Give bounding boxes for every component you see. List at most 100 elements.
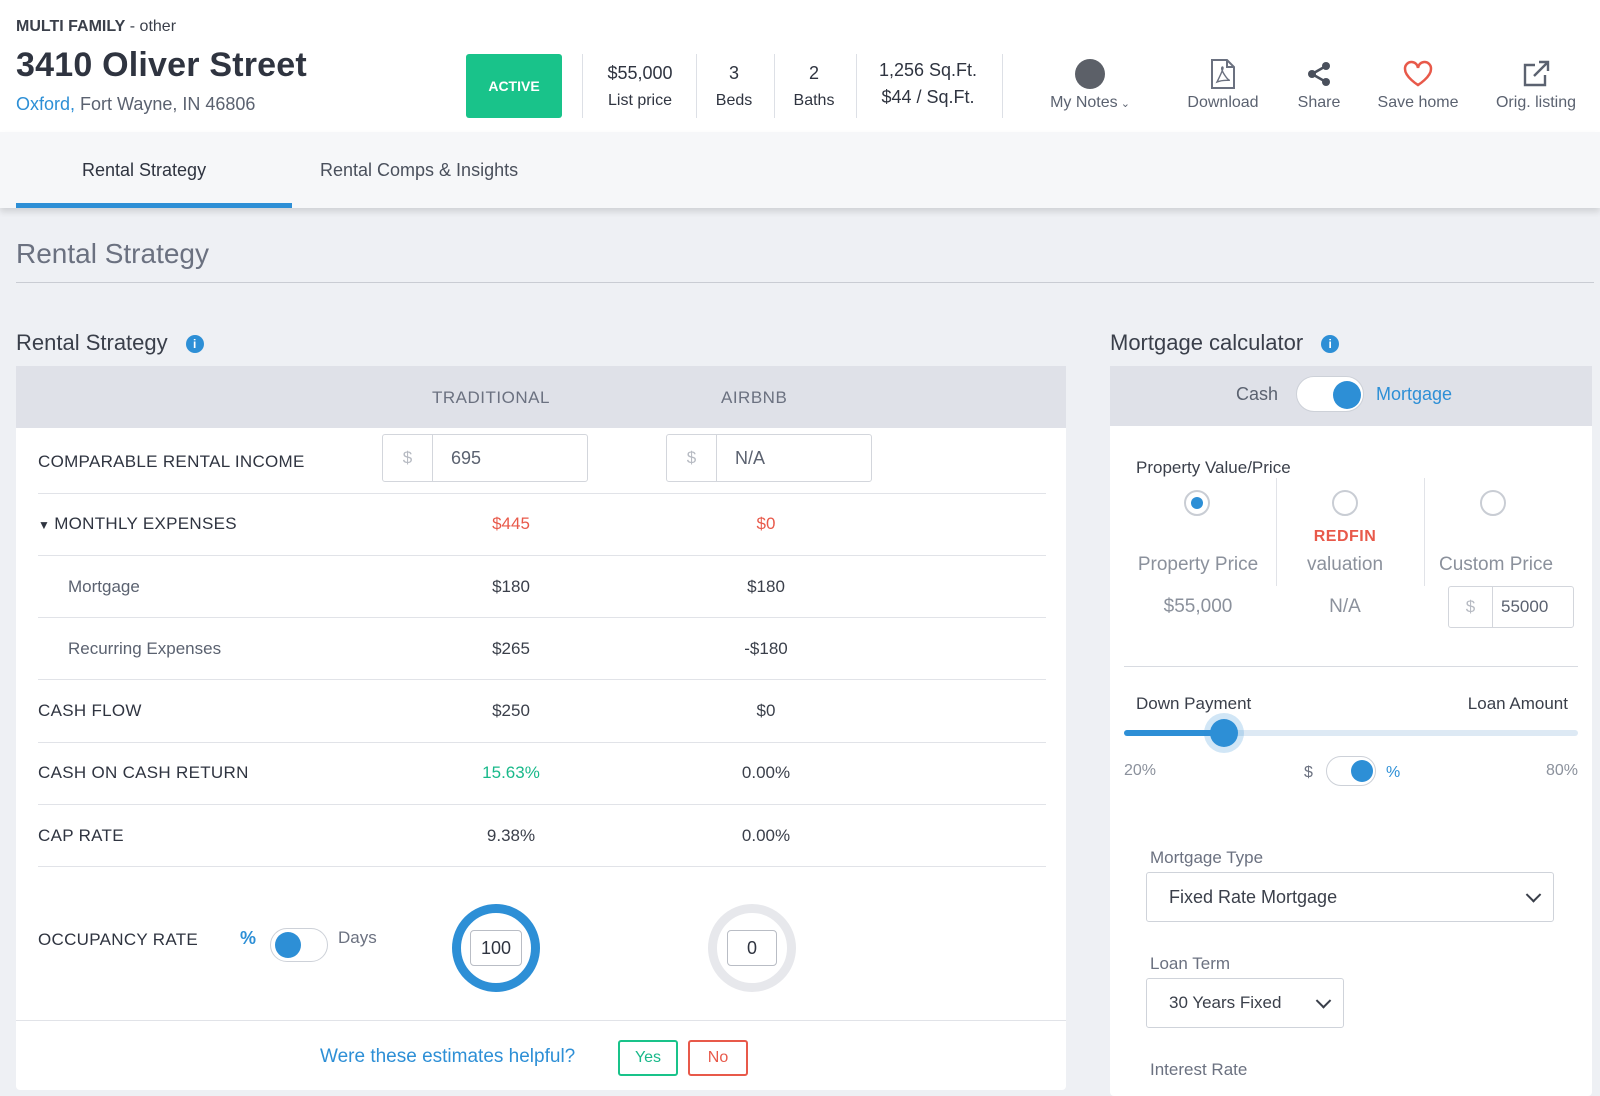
info-icon[interactable]: i [1321, 335, 1340, 354]
property-header: MULTI FAMILY - other 3410 Oliver Street … [0, 0, 1600, 132]
custom-price-radio[interactable] [1480, 490, 1506, 516]
down-payment-label: Down Payment [1136, 694, 1252, 713]
rental-strategy-panel: TRADITIONAL AIRBNB COMPARABLE RENTAL INC… [16, 366, 1066, 1090]
loan-term-select[interactable]: 30 Years Fixed [1146, 978, 1344, 1028]
divider [774, 54, 775, 118]
divider [38, 493, 1046, 494]
caret-down-icon: ▼ [38, 518, 51, 532]
loan-amount-label: Loan Amount [1467, 694, 1568, 713]
comparable-income-label: COMPARABLE RENTAL INCOME [38, 452, 305, 471]
down-payment-unit-toggle[interactable] [1326, 756, 1376, 786]
occupancy-traditional-input[interactable]: 100 [470, 930, 522, 966]
expenses-traditional: $445 [492, 514, 530, 533]
input-value: 55000 [1501, 597, 1549, 616]
divider [16, 282, 1594, 283]
external-link-icon [1523, 60, 1550, 87]
interest-rate-label: Interest Rate [1150, 1060, 1248, 1079]
cap-rate-label: CAP RATE [38, 826, 124, 845]
occupancy-rate-label: OCCUPANCY RATE [38, 930, 199, 949]
cash-flow-traditional: $250 [492, 701, 530, 720]
coc-return-label: CASH ON CASH RETURN [38, 763, 249, 782]
address-line: Oxford, Fort Wayne, IN 46806 [16, 94, 256, 114]
unit-days: Days [338, 928, 377, 947]
tab-rental-strategy[interactable]: Rental Strategy [82, 160, 206, 181]
cash-flow-label: CASH FLOW [38, 701, 142, 720]
property-price-radio[interactable] [1184, 490, 1210, 516]
save-home-button[interactable]: Save home [1366, 56, 1470, 112]
property-value-label: Property Value/Price [1136, 458, 1291, 477]
redfin-valuation-radio[interactable] [1332, 490, 1358, 516]
monthly-expenses-toggle[interactable]: ▼ MONTHLY EXPENSES [38, 514, 237, 534]
airbnb-income-input[interactable]: $ N/A [666, 434, 872, 482]
custom-price-input[interactable]: $55000 [1448, 586, 1574, 628]
recurring-traditional: $265 [492, 639, 530, 658]
share-button[interactable]: Share [1284, 56, 1354, 112]
occupancy-airbnb-gauge: 0 [708, 904, 796, 992]
cap-rate-airbnb: 0.00% [741, 826, 791, 845]
mortgage-option[interactable]: Mortgage [1376, 384, 1452, 405]
section-heading: Rental Strategy [16, 238, 209, 269]
info-icon[interactable]: i [185, 335, 204, 354]
input-value: 695 [451, 447, 482, 468]
feedback-yes-button[interactable]: Yes [618, 1040, 678, 1076]
divider [1002, 54, 1003, 118]
unit-percent: % [1386, 764, 1401, 781]
toggle-knob [1351, 760, 1373, 782]
input-value: N/A [735, 447, 766, 468]
mortgage-type-select[interactable]: Fixed Rate Mortgage [1146, 872, 1554, 922]
slider-fill [1124, 730, 1224, 736]
feedback-no-button[interactable]: No [688, 1040, 748, 1076]
download-button[interactable]: Download [1176, 56, 1270, 112]
notes-avatar-icon [1075, 59, 1105, 89]
currency-prefix: $ [1449, 587, 1493, 627]
city-link[interactable]: Oxford, [16, 94, 75, 114]
traditional-income-input[interactable]: $695 [382, 434, 588, 482]
column-traditional: TRADITIONAL [432, 388, 550, 407]
slider-min-label: 20% [1124, 762, 1157, 779]
cap-rate-traditional: 9.38% [486, 826, 536, 845]
status-badge: ACTIVE [466, 54, 562, 118]
tab-bar: Rental Strategy Rental Comps & Insights [0, 132, 1600, 208]
mortgage-type-label: Mortgage Type [1150, 848, 1264, 867]
table-header: TRADITIONAL AIRBNB [16, 366, 1066, 428]
occupancy-airbnb-input[interactable]: 0 [727, 930, 777, 966]
divider [38, 742, 1046, 743]
my-notes-button[interactable]: My Notes ⌄ [1040, 56, 1140, 112]
redfin-valuation-value: N/A [1329, 596, 1361, 617]
rental-strategy-title: Rental Strategy i [16, 330, 204, 356]
tab-rental-comps[interactable]: Rental Comps & Insights [320, 160, 518, 181]
cash-mortgage-toggle[interactable] [1296, 376, 1364, 412]
divider [38, 804, 1046, 805]
divider [1124, 666, 1578, 667]
coc-return-airbnb: 0.00% [741, 763, 791, 782]
down-payment-slider[interactable] [1124, 719, 1578, 747]
payment-mode-bar: Cash Mortgage [1110, 366, 1592, 426]
select-value: 30 Years Fixed [1169, 993, 1282, 1012]
slider-handle[interactable] [1210, 719, 1238, 747]
custom-price-label: Custom Price [1438, 554, 1554, 575]
occupancy-unit-toggle[interactable] [270, 928, 328, 962]
cash-flow-airbnb: $0 [756, 701, 776, 720]
property-price-value: $55,000 [1163, 596, 1233, 617]
slider-max-label: 80% [1545, 762, 1578, 779]
divider [1424, 478, 1425, 586]
unit-dollar: $ [1304, 764, 1313, 781]
currency-prefix: $ [667, 435, 717, 481]
expenses-airbnb: $0 [756, 514, 776, 533]
chevron-down-icon [1315, 993, 1332, 1009]
heart-icon [1403, 60, 1433, 87]
divider [38, 866, 1046, 867]
chevron-down-icon [1525, 887, 1542, 903]
list-price: $55,000 List price [607, 63, 673, 109]
baths: 2 Baths [793, 63, 835, 109]
mortgage-label: Mortgage [68, 577, 140, 596]
cash-option[interactable]: Cash [1236, 384, 1278, 405]
divider [696, 54, 697, 118]
original-listing-button[interactable]: Orig. listing [1484, 56, 1588, 112]
divider [38, 555, 1046, 556]
mortgage-calculator-panel: Cash Mortgage Property Value/Price Prope… [1110, 366, 1592, 1096]
mortgage-airbnb: $180 [747, 577, 785, 596]
chevron-down-icon: ⌄ [1117, 98, 1130, 110]
column-airbnb: AIRBNB [721, 388, 788, 407]
recurring-airbnb: -$180 [744, 639, 788, 658]
